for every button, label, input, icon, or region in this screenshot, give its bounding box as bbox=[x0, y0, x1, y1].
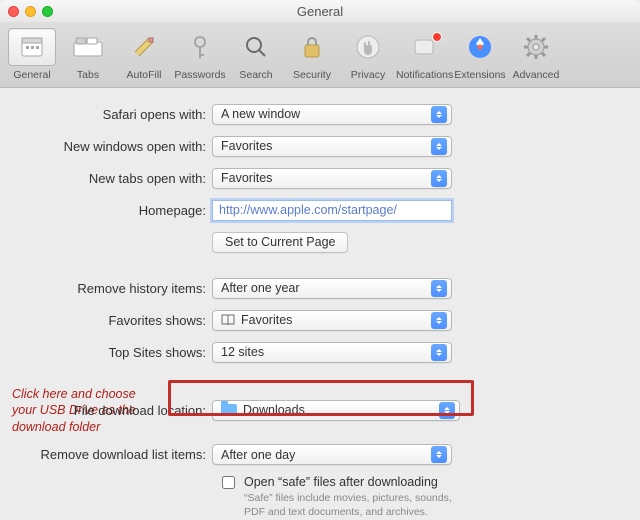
key-icon bbox=[188, 34, 212, 60]
tab-label: Extensions bbox=[454, 69, 505, 81]
tab-extensions[interactable]: Extensions bbox=[452, 28, 508, 81]
content: Safari opens with: A new window New wind… bbox=[0, 88, 640, 519]
label-safari-opens-with: Safari opens with: bbox=[8, 107, 212, 122]
popup-value: Favorites bbox=[241, 313, 292, 327]
label-homepage: Homepage: bbox=[8, 203, 212, 218]
autofill-icon bbox=[131, 34, 157, 60]
window-title: General bbox=[0, 4, 640, 19]
tab-security[interactable]: Security bbox=[284, 28, 340, 81]
popup-value: 12 sites bbox=[221, 345, 264, 359]
label-favorites-shows: Favorites shows: bbox=[8, 313, 212, 328]
set-to-current-page-button[interactable]: Set to Current Page bbox=[212, 232, 348, 253]
tab-advanced[interactable]: Advanced bbox=[508, 28, 564, 81]
chevron-updown-icon bbox=[431, 280, 447, 297]
tab-label: AutoFill bbox=[126, 69, 161, 81]
popup-value: Favorites bbox=[221, 171, 272, 185]
popup-new-windows[interactable]: Favorites bbox=[212, 136, 452, 157]
popup-top-sites[interactable]: 12 sites bbox=[212, 342, 452, 363]
tab-label: General bbox=[13, 69, 50, 81]
popup-safari-opens-with[interactable]: A new window bbox=[212, 104, 452, 125]
popup-remove-history[interactable]: After one year bbox=[212, 278, 452, 299]
open-safe-files-sublabel: “Safe” files include movies, pictures, s… bbox=[244, 491, 464, 519]
chevron-updown-icon bbox=[431, 106, 447, 123]
lock-icon bbox=[301, 34, 323, 60]
label-remove-history: Remove history items: bbox=[8, 281, 212, 296]
popup-remove-downloads[interactable]: After one day bbox=[212, 444, 452, 465]
label-remove-downloads: Remove download list items: bbox=[8, 447, 212, 462]
tab-label: Security bbox=[293, 69, 331, 81]
preferences-window: General General Tabs AutoFill Passwords … bbox=[0, 0, 640, 520]
popup-value: Favorites bbox=[221, 139, 272, 153]
homepage-input[interactable] bbox=[212, 200, 452, 221]
popup-value: After one year bbox=[221, 281, 300, 295]
tab-search[interactable]: Search bbox=[228, 28, 284, 81]
gear-icon bbox=[523, 34, 549, 60]
chevron-updown-icon bbox=[431, 312, 447, 329]
tab-autofill[interactable]: AutoFill bbox=[116, 28, 172, 81]
tab-label: Advanced bbox=[513, 69, 560, 81]
open-safe-files-checkbox[interactable] bbox=[222, 476, 235, 489]
general-icon bbox=[19, 34, 45, 60]
label-new-tabs: New tabs open with: bbox=[8, 171, 212, 186]
label-top-sites: Top Sites shows: bbox=[8, 345, 212, 360]
popup-value: A new window bbox=[221, 107, 300, 121]
tab-label: Privacy bbox=[351, 69, 385, 81]
chevron-updown-icon bbox=[431, 446, 447, 463]
popup-new-tabs[interactable]: Favorites bbox=[212, 168, 452, 189]
highlight-box bbox=[168, 380, 474, 416]
titlebar: General bbox=[0, 0, 640, 22]
tab-label: Tabs bbox=[77, 69, 99, 81]
extensions-icon bbox=[467, 34, 493, 60]
tab-privacy[interactable]: Privacy bbox=[340, 28, 396, 81]
tab-label: Notifications bbox=[396, 69, 453, 81]
tabs-icon bbox=[73, 36, 103, 58]
chevron-updown-icon bbox=[431, 170, 447, 187]
label-new-windows: New windows open with: bbox=[8, 139, 212, 154]
open-safe-files-label: Open “safe” files after downloading bbox=[244, 475, 464, 489]
tab-label: Search bbox=[239, 69, 272, 81]
notification-badge-icon bbox=[432, 32, 442, 42]
tab-passwords[interactable]: Passwords bbox=[172, 28, 228, 81]
hand-icon bbox=[355, 34, 381, 60]
tab-notifications[interactable]: Notifications bbox=[396, 28, 452, 81]
popup-value: After one day bbox=[221, 448, 295, 462]
chevron-updown-icon bbox=[431, 344, 447, 361]
tab-label: Passwords bbox=[174, 69, 225, 81]
tab-general[interactable]: General bbox=[4, 28, 60, 81]
search-icon bbox=[243, 34, 269, 60]
chevron-updown-icon bbox=[431, 138, 447, 155]
toolbar: General Tabs AutoFill Passwords Search S… bbox=[0, 22, 640, 88]
tab-tabs[interactable]: Tabs bbox=[60, 28, 116, 81]
popup-favorites-shows[interactable]: Favorites bbox=[212, 310, 452, 331]
book-icon bbox=[221, 314, 235, 326]
